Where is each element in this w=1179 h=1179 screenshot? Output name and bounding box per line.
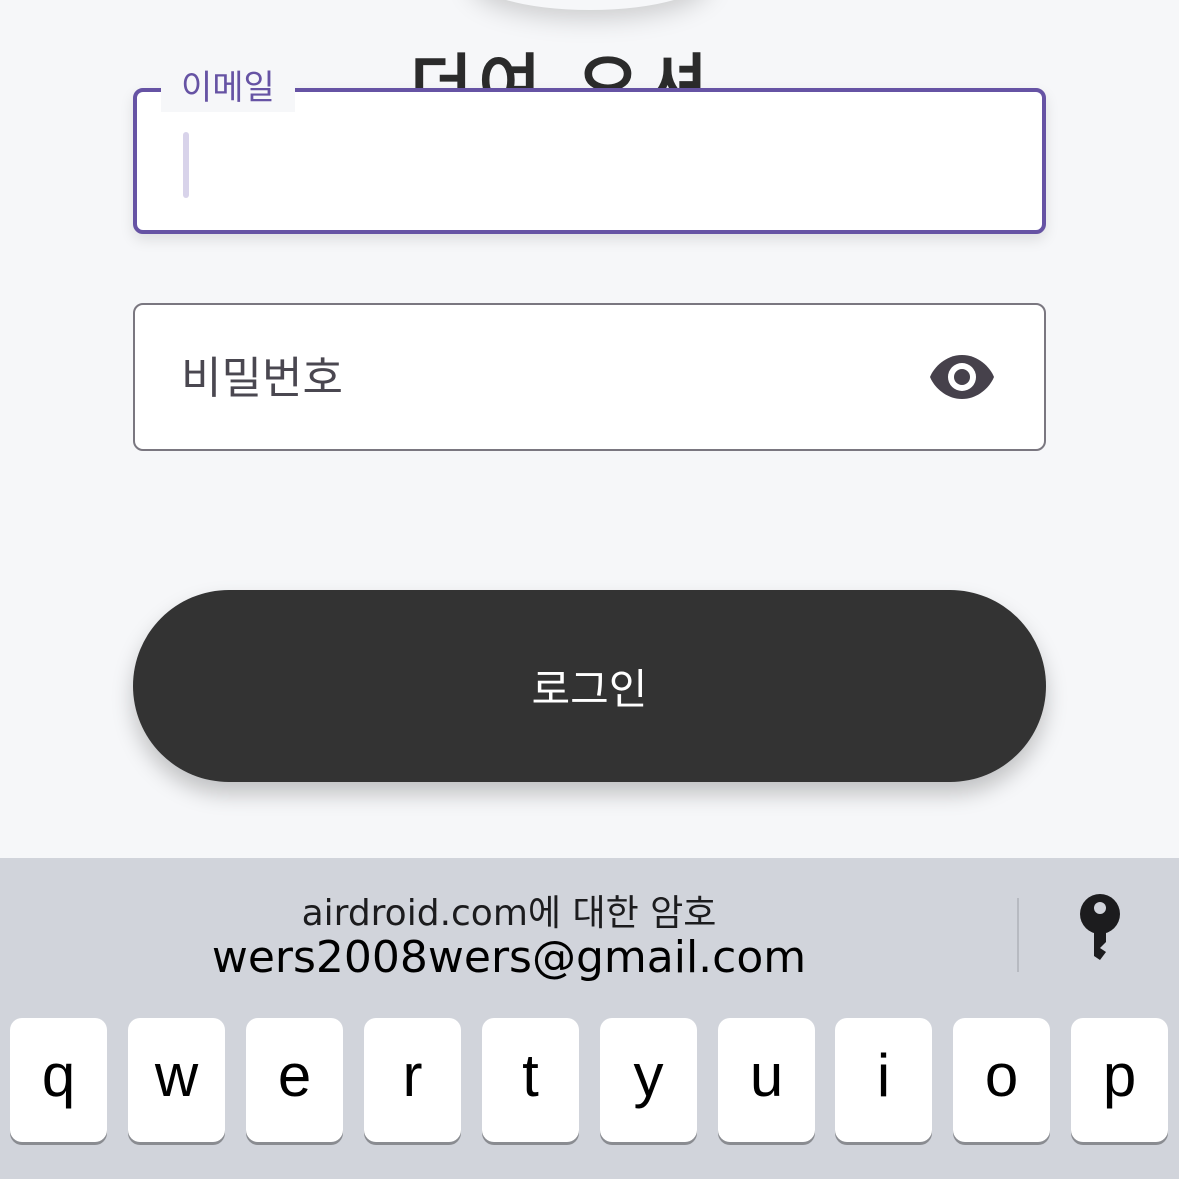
key-e[interactable]: e — [246, 1018, 343, 1142]
key-y[interactable]: y — [600, 1018, 697, 1142]
login-button[interactable]: 로그인 — [133, 590, 1046, 782]
text-caret — [183, 132, 189, 198]
suggestion-title: airdroid.com에 대한 암호 — [301, 893, 717, 934]
keyboard: airdroid.com에 대한 암호 wers2008wers@gmail.c… — [0, 858, 1179, 1179]
password-field[interactable]: 비밀번호 — [133, 303, 1046, 451]
eye-icon[interactable] — [928, 351, 996, 403]
password-suggestion[interactable]: airdroid.com에 대한 암호 wers2008wers@gmail.c… — [0, 858, 1018, 998]
email-label: 이메일 — [161, 64, 295, 112]
key-i[interactable]: i — [835, 1018, 932, 1142]
password-placeholder: 비밀번호 — [181, 353, 343, 404]
key-t[interactable]: t — [482, 1018, 579, 1142]
key-icon[interactable] — [1060, 888, 1140, 968]
suggestion-account: wers2008wers@gmail.com — [211, 932, 807, 983]
key-r[interactable]: r — [364, 1018, 461, 1142]
key-o[interactable]: o — [953, 1018, 1050, 1142]
divider — [1017, 898, 1019, 972]
key-w[interactable]: w — [128, 1018, 225, 1142]
email-field[interactable]: 이메일 — [133, 64, 1046, 234]
key-p[interactable]: p — [1071, 1018, 1168, 1142]
keyboard-row: q w e r t y u i o p — [0, 1018, 1179, 1142]
key-u[interactable]: u — [718, 1018, 815, 1142]
key-q[interactable]: q — [10, 1018, 107, 1142]
avatar-shadow — [470, 0, 710, 10]
page-title: 더여 오셔 — [410, 48, 714, 90]
